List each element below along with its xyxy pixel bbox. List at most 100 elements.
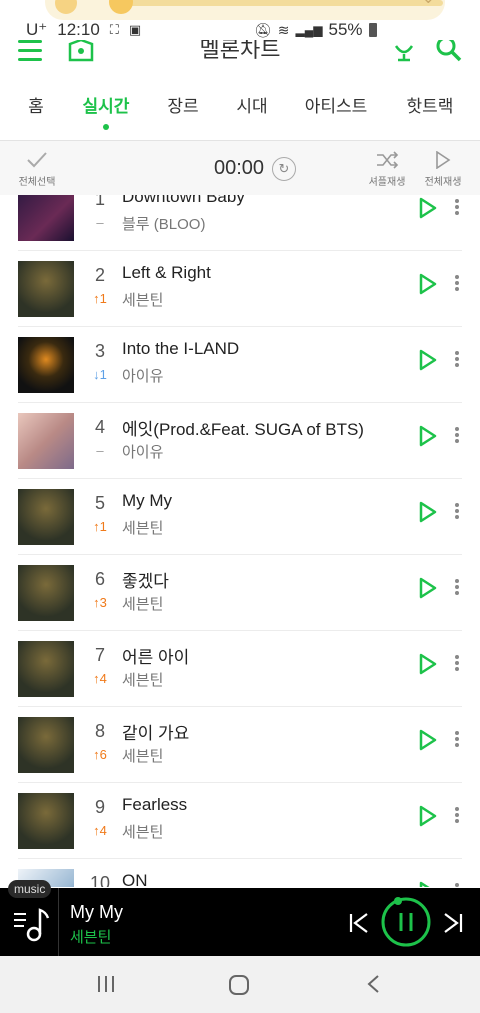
play-icon[interactable]	[418, 729, 438, 751]
more-options-icon[interactable]	[454, 653, 460, 675]
search-icon[interactable]	[436, 40, 462, 69]
play-icon[interactable]	[418, 349, 438, 371]
tab-era[interactable]: 시대	[230, 92, 274, 117]
check-icon	[14, 151, 60, 173]
play-icon[interactable]	[418, 805, 438, 827]
tab-realtime[interactable]: 실시간	[76, 92, 136, 130]
rank-number: 10	[90, 873, 111, 887]
rank-change: ↓1	[93, 367, 107, 382]
notification-thumb-icon	[109, 0, 133, 14]
album-art	[18, 413, 74, 469]
mic-icon[interactable]	[392, 40, 416, 67]
song-title: 에잇(Prod.&Feat. SUGA of BTS)	[122, 420, 364, 439]
play-all-label: 전체재생	[424, 177, 462, 188]
song-title: 좋겠다	[122, 572, 169, 591]
album-art	[18, 195, 74, 241]
status-bar: ⌄ U⁺ 12:10 ⛶ ▣ 🔕︎ ≋ ▂▄▆ 55%	[0, 0, 480, 40]
rank-change: ↑4	[93, 671, 107, 686]
refresh-icon[interactable]: ↻	[272, 157, 296, 181]
list-item[interactable]: 8 ↑6 같이 가요 세븐틴	[18, 707, 462, 783]
tab-artist[interactable]: 아티스트	[298, 92, 374, 117]
timer-display: 00:00	[214, 157, 265, 179]
album-art	[18, 793, 74, 849]
carrier-label: U⁺	[26, 20, 48, 39]
list-item[interactable]: 5 ↑1 My My 세븐틴	[18, 479, 462, 555]
pause-icon[interactable]	[380, 896, 432, 948]
list-item[interactable]: 6 ↑3 좋겠다 세븐틴	[18, 555, 462, 631]
recent-apps-icon[interactable]	[96, 974, 116, 999]
clock: 12:10	[57, 20, 100, 39]
artist-name: 세븐틴	[122, 292, 164, 309]
shuffle-play-button[interactable]: 셔플재생	[364, 151, 410, 188]
notification-pill: ⌄	[45, 0, 445, 20]
more-options-icon[interactable]	[454, 805, 460, 827]
battery-percent: 55%	[328, 20, 363, 39]
chart-tabs: 홈 실시간 장르 시대 아티스트 핫트랙	[0, 92, 480, 136]
play-icon[interactable]	[418, 881, 438, 887]
more-options-icon[interactable]	[454, 501, 460, 523]
artist-name: 아이유	[122, 444, 164, 461]
more-options-icon[interactable]	[454, 197, 460, 219]
tab-hottrack[interactable]: 핫트랙	[398, 92, 462, 117]
list-item[interactable]: 4 – 에잇(Prod.&Feat. SUGA of BTS) 아이유	[18, 403, 462, 479]
list-item[interactable]: 7 ↑4 어른 아이 세븐틴	[18, 631, 462, 707]
play-icon[interactable]	[418, 425, 438, 447]
rank-number: 6	[94, 569, 105, 589]
rank-number: 2	[94, 265, 105, 285]
more-options-icon[interactable]	[454, 577, 460, 599]
rank-number: 3	[94, 341, 105, 361]
select-all-button[interactable]: 전체선택	[14, 151, 60, 188]
play-icon[interactable]	[418, 197, 438, 219]
album-art	[18, 489, 74, 545]
list-item[interactable]: 2 ↑1 Left & Right 세븐틴	[18, 251, 462, 327]
now-playing-title: My My	[70, 902, 123, 922]
now-playing-artist: 세븐틴	[70, 929, 112, 946]
list-item[interactable]: 9 ↑4 Fearless 세븐틴	[18, 783, 462, 859]
song-title: ON	[122, 871, 148, 887]
play-icon	[420, 150, 466, 173]
artist-name: 블루 (BLOO)	[122, 216, 206, 233]
app-header: 멜론차트	[0, 40, 480, 70]
rank-number: 1	[94, 195, 105, 209]
music-note-icon[interactable]	[12, 906, 52, 942]
next-icon[interactable]	[442, 912, 464, 934]
tab-genre[interactable]: 장르	[160, 92, 206, 117]
previous-icon[interactable]	[348, 912, 370, 934]
artist-name: 세븐틴	[122, 748, 164, 765]
album-art	[18, 641, 74, 697]
tab-home[interactable]: 홈	[20, 92, 52, 117]
play-icon[interactable]	[418, 273, 438, 295]
play-all-button[interactable]: 전체재생	[420, 150, 466, 188]
more-options-icon[interactable]	[454, 273, 460, 295]
play-icon[interactable]	[418, 653, 438, 675]
more-options-icon[interactable]	[454, 881, 460, 887]
song-title: Left & Right	[122, 263, 211, 282]
artist-name: 세븐틴	[122, 520, 164, 537]
more-options-icon[interactable]	[454, 729, 460, 751]
notification-icon	[55, 0, 77, 14]
system-nav-bar	[0, 956, 480, 1013]
song-title: Fearless	[122, 795, 188, 814]
rank-change: ↑6	[93, 747, 107, 762]
list-item[interactable]: 3 ↓1 Into the I-LAND 아이유	[18, 327, 462, 403]
notification-progress	[123, 0, 443, 6]
more-options-icon[interactable]	[454, 349, 460, 371]
chart-toolbar: 전체선택 00:00 ↻ 셔플재생 전체재생	[0, 141, 480, 195]
play-icon[interactable]	[418, 577, 438, 599]
chevron-down-icon: ⌄	[422, 0, 435, 8]
artist-name: 세븐틴	[122, 672, 164, 689]
rank-number: 7	[94, 645, 105, 665]
back-icon[interactable]	[366, 974, 380, 999]
rank-change: ↑3	[93, 595, 107, 610]
play-icon[interactable]	[418, 501, 438, 523]
mini-player[interactable]: music My My 세븐틴	[0, 880, 480, 956]
song-title: Into the I-LAND	[122, 339, 240, 358]
more-options-icon[interactable]	[454, 425, 460, 447]
album-art	[18, 337, 74, 393]
song-title: 같이 가요	[122, 724, 190, 743]
home-button-icon[interactable]	[228, 974, 250, 1001]
music-tag: music	[8, 880, 52, 898]
list-item[interactable]: 10 ON	[18, 859, 462, 887]
mute-icon: 🔕︎	[254, 21, 272, 38]
list-item[interactable]: 1 – Downtown Baby 블루 (BLOO)	[18, 195, 462, 251]
